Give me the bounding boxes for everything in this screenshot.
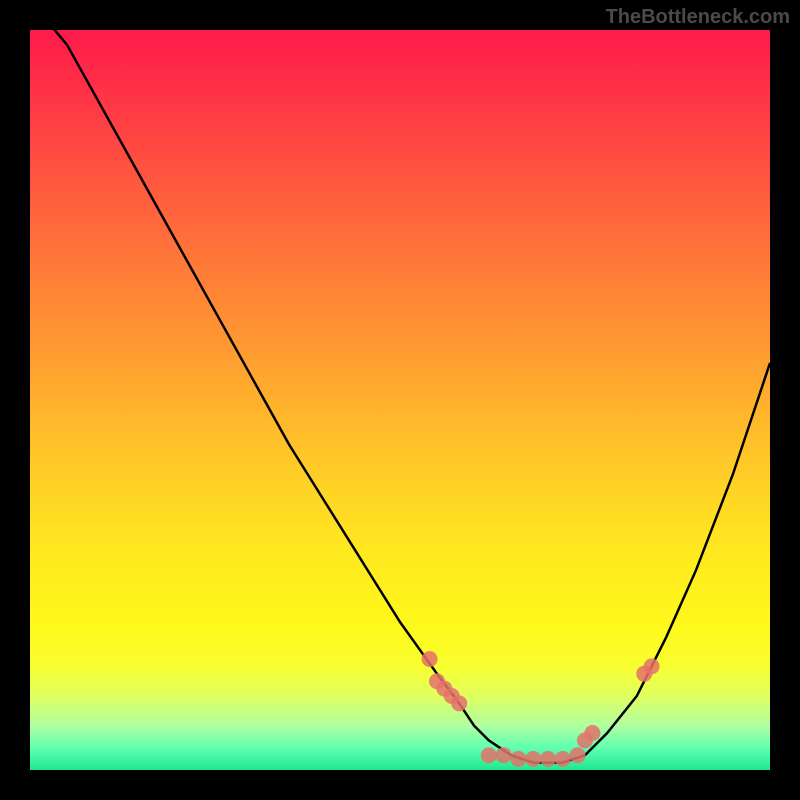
watermark-text: TheBottleneck.com xyxy=(606,6,790,29)
plot-area xyxy=(30,30,770,770)
scatter-points xyxy=(422,651,660,767)
data-point xyxy=(540,751,556,767)
data-point xyxy=(555,751,571,767)
data-point xyxy=(481,747,497,763)
data-point xyxy=(451,695,467,711)
data-point xyxy=(496,747,512,763)
chart-svg xyxy=(30,30,770,770)
data-point xyxy=(525,751,541,767)
data-point xyxy=(644,658,660,674)
data-point xyxy=(570,747,586,763)
data-point xyxy=(584,725,600,741)
data-point xyxy=(422,651,438,667)
bottleneck-curve xyxy=(30,30,770,763)
chart-container: TheBottleneck.com xyxy=(0,0,800,800)
data-point xyxy=(510,751,526,767)
